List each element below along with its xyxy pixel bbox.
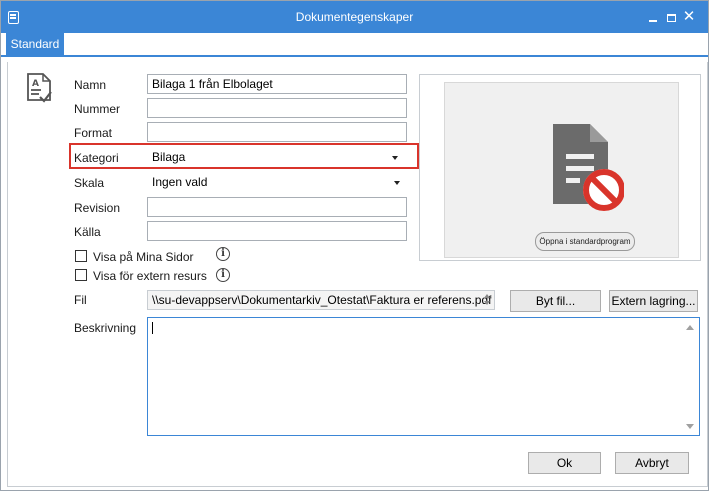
chevron-down-icon — [394, 181, 400, 185]
revision-label: Revision — [74, 201, 121, 215]
category-select-value: Bilaga — [152, 150, 186, 164]
file-label: Fil — [74, 293, 87, 307]
tab-strip: Standard — [1, 33, 708, 57]
file-path-value: \\su-devappserv\Dokumentarkiv_Otestat\Fa… — [152, 293, 492, 307]
external-storage-button[interactable]: Extern lagring... — [609, 290, 698, 312]
change-file-button[interactable]: Byt fil... — [510, 290, 601, 312]
name-input[interactable]: Bilaga 1 från Elbolaget — [147, 74, 407, 94]
close-button[interactable]: ✕ — [679, 7, 699, 27]
document-properties-dialog: Dokumentegenskaper ✕ Standard A Namn Bil… — [0, 0, 709, 491]
svg-text:A: A — [32, 79, 39, 89]
info-icon[interactable]: i — [216, 247, 230, 261]
chevron-down-icon — [392, 156, 398, 160]
number-label: Nummer — [74, 102, 121, 116]
tab-standard[interactable]: Standard — [6, 33, 64, 55]
description-label: Beskrivning — [74, 321, 137, 335]
category-label: Kategori — [74, 151, 119, 165]
revision-input[interactable] — [147, 197, 407, 217]
text-caret — [152, 322, 153, 334]
scale-select-value: Ingen vald — [152, 175, 208, 189]
maximize-icon — [666, 13, 676, 22]
format-label: Format — [74, 126, 113, 140]
title-bar[interactable]: Dokumentegenskaper ✕ — [1, 1, 708, 33]
number-input[interactable] — [147, 98, 407, 118]
scale-label: Skala — [74, 176, 105, 190]
document-properties-icon: A — [27, 73, 52, 103]
maximize-button[interactable] — [661, 7, 681, 27]
preview-panel: Öppna i standardprogram — [419, 74, 701, 261]
preview-area: Öppna i standardprogram — [444, 82, 679, 258]
show-my-pages-checkbox[interactable] — [75, 250, 87, 262]
name-label: Namn — [74, 78, 107, 92]
show-my-pages-label: Visa på Mina Sidor — [93, 250, 194, 264]
category-select[interactable]: Bilaga — [147, 147, 405, 167]
document-blocked-icon — [553, 124, 624, 211]
scroll-up-icon[interactable] — [686, 325, 694, 330]
minimize-button[interactable] — [643, 7, 663, 27]
show-external-label: Visa för extern resurs — [93, 269, 207, 283]
source-label: Källa — [74, 225, 101, 239]
minimize-icon — [649, 19, 657, 22]
open-in-default-program-button[interactable]: Öppna i standardprogram — [535, 232, 635, 251]
info-icon[interactable]: i — [216, 268, 230, 282]
close-icon: ✕ — [682, 8, 696, 25]
source-input[interactable] — [147, 221, 407, 241]
scale-select[interactable]: Ingen vald — [147, 172, 407, 192]
spin-icon[interactable] — [484, 293, 492, 307]
description-textarea[interactable] — [147, 317, 700, 436]
show-external-checkbox[interactable] — [75, 269, 87, 281]
cancel-button[interactable]: Avbryt — [615, 452, 689, 474]
ok-button[interactable]: Ok — [528, 452, 601, 474]
format-input[interactable] — [147, 122, 407, 142]
scroll-down-icon[interactable] — [686, 424, 694, 429]
file-path-field[interactable]: \\su-devappserv\Dokumentarkiv_Otestat\Fa… — [147, 290, 495, 310]
window-title: Dokumentegenskaper — [295, 10, 414, 24]
